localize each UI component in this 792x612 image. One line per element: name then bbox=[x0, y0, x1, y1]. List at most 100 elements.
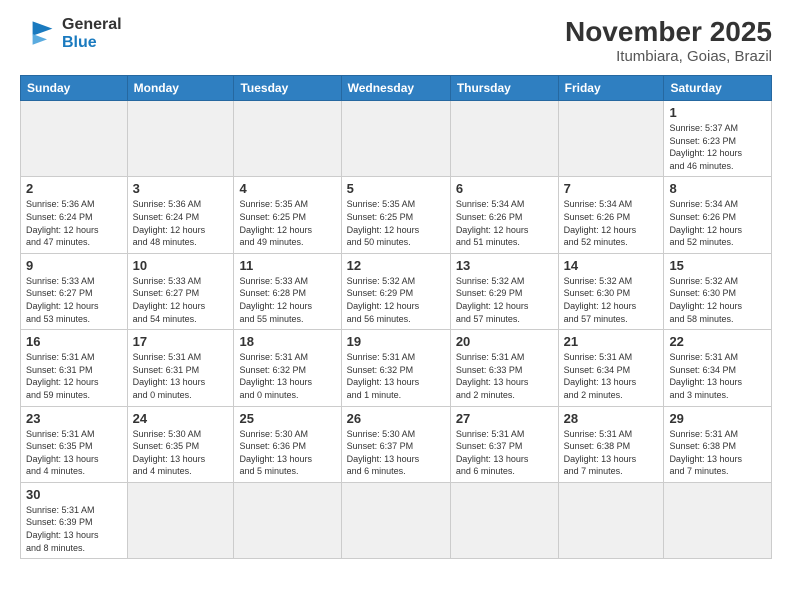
title-block: November 2025 Itumbiara, Goias, Brazil bbox=[565, 16, 772, 65]
day-number: 11 bbox=[239, 258, 335, 273]
day-number: 20 bbox=[456, 334, 553, 349]
day-info: Sunrise: 5:32 AM Sunset: 6:29 PM Dayligh… bbox=[347, 275, 445, 325]
day-number: 4 bbox=[239, 181, 335, 196]
weekday-wednesday: Wednesday bbox=[341, 76, 450, 101]
calendar-cell: 29 Sunrise: 5:31 AM Sunset: 6:38 PM Dayli… bbox=[664, 406, 772, 482]
logo-icon bbox=[20, 16, 56, 52]
day-info: Sunrise: 5:31 AM Sunset: 6:35 PM Dayligh… bbox=[26, 428, 122, 478]
day-info: Sunrise: 5:32 AM Sunset: 6:30 PM Dayligh… bbox=[564, 275, 659, 325]
calendar-cell: 19 Sunrise: 5:31 AM Sunset: 6:32 PM Dayli… bbox=[341, 330, 450, 406]
day-info: Sunrise: 5:31 AM Sunset: 6:31 PM Dayligh… bbox=[133, 351, 229, 401]
day-number: 16 bbox=[26, 334, 122, 349]
day-number: 27 bbox=[456, 411, 553, 426]
day-info: Sunrise: 5:34 AM Sunset: 6:26 PM Dayligh… bbox=[456, 198, 553, 248]
calendar-cell bbox=[341, 482, 450, 558]
calendar-body: 1 Sunrise: 5:37 AM Sunset: 6:23 PM Daylig… bbox=[21, 101, 772, 559]
weekday-monday: Monday bbox=[127, 76, 234, 101]
calendar-week-5: 30 Sunrise: 5:31 AM Sunset: 6:39 PM Dayli… bbox=[21, 482, 772, 558]
day-number: 18 bbox=[239, 334, 335, 349]
calendar-cell: 16 Sunrise: 5:31 AM Sunset: 6:31 PM Dayli… bbox=[21, 330, 128, 406]
calendar-cell: 4 Sunrise: 5:35 AM Sunset: 6:25 PM Daylig… bbox=[234, 177, 341, 253]
calendar-cell: 2Sunrise: 5:36 AM Sunset: 6:24 PM Daylig… bbox=[21, 177, 128, 253]
logo-text: General Blue bbox=[62, 16, 122, 51]
page: General Blue November 2025 Itumbiara, Go… bbox=[0, 0, 792, 579]
day-number: 17 bbox=[133, 334, 229, 349]
day-number: 1 bbox=[669, 105, 766, 120]
calendar-cell: 22Sunrise: 5:31 AM Sunset: 6:34 PM Dayli… bbox=[664, 330, 772, 406]
calendar-cell bbox=[234, 482, 341, 558]
day-number: 30 bbox=[26, 487, 122, 502]
day-info: Sunrise: 5:33 AM Sunset: 6:28 PM Dayligh… bbox=[239, 275, 335, 325]
day-info: Sunrise: 5:35 AM Sunset: 6:25 PM Dayligh… bbox=[347, 198, 445, 248]
day-info: Sunrise: 5:31 AM Sunset: 6:39 PM Dayligh… bbox=[26, 504, 122, 554]
day-info: Sunrise: 5:31 AM Sunset: 6:33 PM Dayligh… bbox=[456, 351, 553, 401]
day-info: Sunrise: 5:33 AM Sunset: 6:27 PM Dayligh… bbox=[26, 275, 122, 325]
day-info: Sunrise: 5:34 AM Sunset: 6:26 PM Dayligh… bbox=[564, 198, 659, 248]
weekday-friday: Friday bbox=[558, 76, 664, 101]
day-number: 22 bbox=[669, 334, 766, 349]
calendar-cell: 28 Sunrise: 5:31 AM Sunset: 6:38 PM Dayli… bbox=[558, 406, 664, 482]
calendar-cell bbox=[450, 101, 558, 177]
calendar-title: November 2025 bbox=[565, 16, 772, 48]
day-info: Sunrise: 5:34 AM Sunset: 6:26 PM Dayligh… bbox=[669, 198, 766, 248]
day-number: 28 bbox=[564, 411, 659, 426]
calendar-cell bbox=[558, 101, 664, 177]
day-number: 25 bbox=[239, 411, 335, 426]
day-number: 12 bbox=[347, 258, 445, 273]
day-info: Sunrise: 5:30 AM Sunset: 6:35 PM Dayligh… bbox=[133, 428, 229, 478]
calendar-cell: 17 Sunrise: 5:31 AM Sunset: 6:31 PM Dayli… bbox=[127, 330, 234, 406]
day-number: 3 bbox=[133, 181, 229, 196]
calendar-cell: 25 Sunrise: 5:30 AM Sunset: 6:36 PM Dayli… bbox=[234, 406, 341, 482]
day-number: 10 bbox=[133, 258, 229, 273]
calendar-cell: 24Sunrise: 5:30 AM Sunset: 6:35 PM Dayli… bbox=[127, 406, 234, 482]
day-info: Sunrise: 5:33 AM Sunset: 6:27 PM Dayligh… bbox=[133, 275, 229, 325]
calendar-cell: 15Sunrise: 5:32 AM Sunset: 6:30 PM Dayli… bbox=[664, 253, 772, 329]
calendar-subtitle: Itumbiara, Goias, Brazil bbox=[565, 48, 772, 65]
day-number: 5 bbox=[347, 181, 445, 196]
calendar-cell: 11 Sunrise: 5:33 AM Sunset: 6:28 PM Dayli… bbox=[234, 253, 341, 329]
day-info: Sunrise: 5:32 AM Sunset: 6:29 PM Dayligh… bbox=[456, 275, 553, 325]
calendar-cell: 3 Sunrise: 5:36 AM Sunset: 6:24 PM Daylig… bbox=[127, 177, 234, 253]
calendar-header-row: Sunday Monday Tuesday Wednesday Thursday… bbox=[21, 76, 772, 101]
day-info: Sunrise: 5:31 AM Sunset: 6:38 PM Dayligh… bbox=[564, 428, 659, 478]
calendar-cell: 7Sunrise: 5:34 AM Sunset: 6:26 PM Daylig… bbox=[558, 177, 664, 253]
calendar-cell bbox=[664, 482, 772, 558]
calendar-cell: 23Sunrise: 5:31 AM Sunset: 6:35 PM Dayli… bbox=[21, 406, 128, 482]
day-number: 8 bbox=[669, 181, 766, 196]
logo: General Blue bbox=[20, 16, 122, 52]
day-number: 15 bbox=[669, 258, 766, 273]
calendar-cell: 9 Sunrise: 5:33 AM Sunset: 6:27 PM Daylig… bbox=[21, 253, 128, 329]
calendar-cell: 10 Sunrise: 5:33 AM Sunset: 6:27 PM Dayli… bbox=[127, 253, 234, 329]
calendar-cell: 5 Sunrise: 5:35 AM Sunset: 6:25 PM Daylig… bbox=[341, 177, 450, 253]
day-number: 2 bbox=[26, 181, 122, 196]
day-number: 13 bbox=[456, 258, 553, 273]
day-info: Sunrise: 5:37 AM Sunset: 6:23 PM Dayligh… bbox=[669, 122, 766, 172]
header: General Blue November 2025 Itumbiara, Go… bbox=[20, 16, 772, 65]
calendar-cell bbox=[127, 482, 234, 558]
day-info: Sunrise: 5:31 AM Sunset: 6:31 PM Dayligh… bbox=[26, 351, 122, 401]
calendar-cell bbox=[127, 101, 234, 177]
weekday-tuesday: Tuesday bbox=[234, 76, 341, 101]
day-info: Sunrise: 5:36 AM Sunset: 6:24 PM Dayligh… bbox=[133, 198, 229, 248]
day-number: 21 bbox=[564, 334, 659, 349]
day-number: 29 bbox=[669, 411, 766, 426]
day-info: Sunrise: 5:30 AM Sunset: 6:36 PM Dayligh… bbox=[239, 428, 335, 478]
calendar-cell: 6Sunrise: 5:34 AM Sunset: 6:26 PM Daylig… bbox=[450, 177, 558, 253]
day-info: Sunrise: 5:30 AM Sunset: 6:37 PM Dayligh… bbox=[347, 428, 445, 478]
calendar-cell bbox=[558, 482, 664, 558]
calendar-week-3: 16 Sunrise: 5:31 AM Sunset: 6:31 PM Dayli… bbox=[21, 330, 772, 406]
calendar-cell: 27 Sunrise: 5:31 AM Sunset: 6:37 PM Dayli… bbox=[450, 406, 558, 482]
calendar-cell: 26Sunrise: 5:30 AM Sunset: 6:37 PM Dayli… bbox=[341, 406, 450, 482]
weekday-sunday: Sunday bbox=[21, 76, 128, 101]
day-number: 9 bbox=[26, 258, 122, 273]
day-number: 19 bbox=[347, 334, 445, 349]
day-info: Sunrise: 5:31 AM Sunset: 6:38 PM Dayligh… bbox=[669, 428, 766, 478]
day-info: Sunrise: 5:35 AM Sunset: 6:25 PM Dayligh… bbox=[239, 198, 335, 248]
day-info: Sunrise: 5:31 AM Sunset: 6:32 PM Dayligh… bbox=[347, 351, 445, 401]
calendar-cell: 14Sunrise: 5:32 AM Sunset: 6:30 PM Dayli… bbox=[558, 253, 664, 329]
calendar-cell: 30 Sunrise: 5:31 AM Sunset: 6:39 PM Dayli… bbox=[21, 482, 128, 558]
calendar-cell bbox=[341, 101, 450, 177]
day-info: Sunrise: 5:31 AM Sunset: 6:37 PM Dayligh… bbox=[456, 428, 553, 478]
calendar-cell bbox=[21, 101, 128, 177]
calendar-cell bbox=[234, 101, 341, 177]
